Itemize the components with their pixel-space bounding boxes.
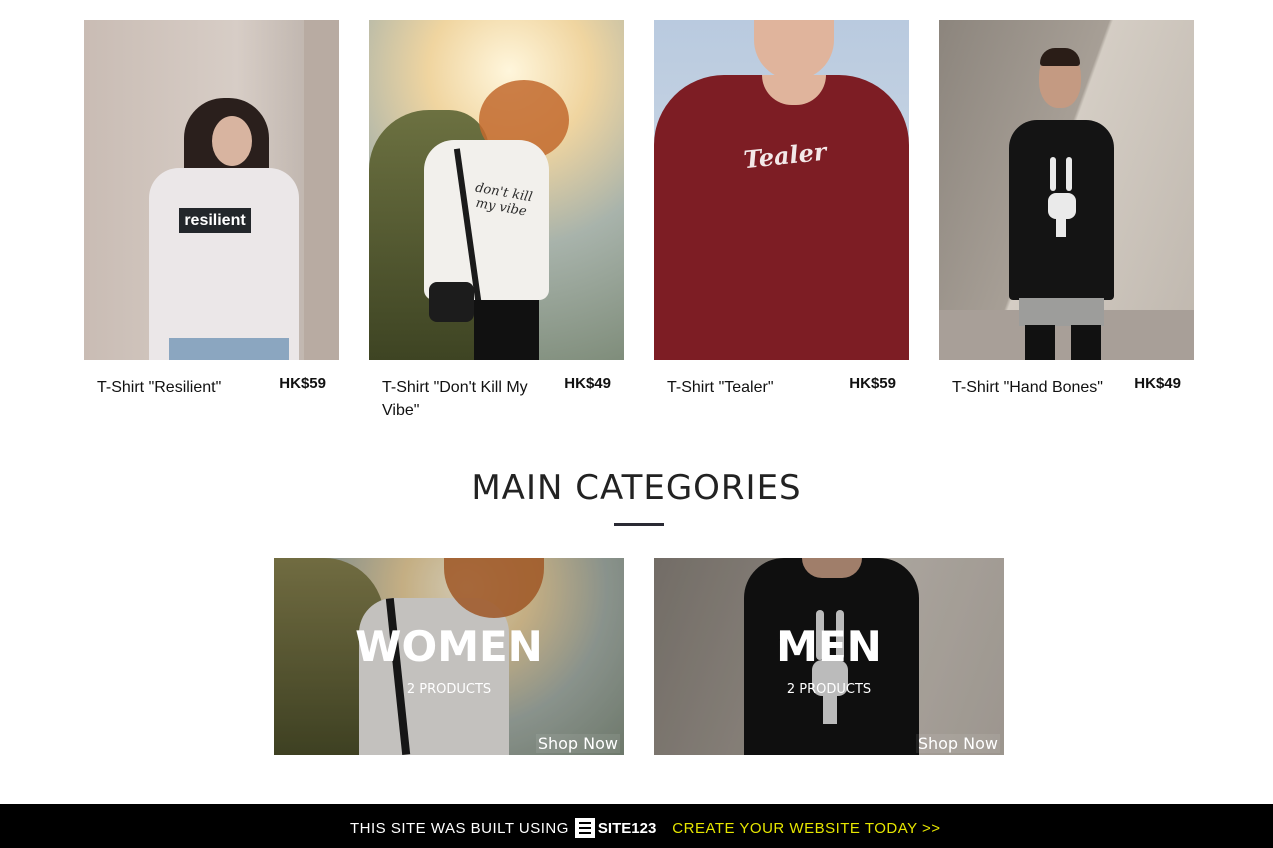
product-name[interactable]: T-Shirt "Hand Bones" [952, 376, 1112, 399]
product-image[interactable] [939, 20, 1194, 360]
category-card-men[interactable]: MEN 2 PRODUCTS Shop Now [654, 558, 1004, 755]
product-price: HK$59 [279, 375, 326, 392]
product-image[interactable]: resilient [84, 20, 339, 360]
category-count: 2 PRODUCTS [406, 682, 492, 697]
builder-footer-bar: THIS SITE WAS BUILT USING SITE123 CREATE… [0, 804, 1273, 848]
product-image[interactable]: don't kill my vibe [369, 20, 624, 360]
built-with-text: THIS SITE WAS BUILT USING [350, 819, 569, 837]
site123-logo[interactable]: SITE123 [574, 818, 657, 838]
create-website-link[interactable]: CREATE YOUR WEBSITE TODAY >> [672, 820, 940, 837]
product-card[interactable]: T-Shirt "Hand Bones" HK$49 [939, 20, 1194, 420]
product-price: HK$59 [849, 375, 896, 392]
shop-now-button[interactable]: Shop Now [535, 734, 620, 753]
product-image[interactable]: Tealer [654, 20, 909, 360]
product-price: HK$49 [1134, 375, 1181, 392]
section-divider [614, 523, 664, 526]
shirt-print: don't kill my vibe [474, 180, 534, 220]
category-card-women[interactable]: WOMEN 2 PRODUCTS Shop Now [274, 558, 624, 755]
category-title: MEN [776, 622, 882, 671]
product-card[interactable]: Tealer T-Shirt "Tealer" HK$59 [654, 20, 909, 420]
product-name[interactable]: T-Shirt "Don't Kill My Vibe" [382, 376, 542, 422]
product-price: HK$49 [564, 375, 611, 392]
product-grid: resilient T-Shirt "Resilient" HK$59 don'… [84, 20, 1194, 420]
section-title: MAIN CATEGORIES [471, 468, 802, 508]
skeleton-hand-icon [1048, 157, 1076, 237]
site123-logo-icon [574, 818, 595, 838]
shop-now-button[interactable]: Shop Now [915, 734, 1000, 753]
product-card[interactable]: resilient T-Shirt "Resilient" HK$59 [84, 20, 339, 420]
product-name[interactable]: T-Shirt "Resilient" [97, 376, 257, 399]
shirt-print: resilient [179, 208, 251, 233]
category-title: WOMEN [355, 622, 543, 671]
product-card[interactable]: don't kill my vibe T-Shirt "Don't Kill M… [369, 20, 624, 420]
category-count: 2 PRODUCTS [786, 682, 872, 697]
product-name[interactable]: T-Shirt "Tealer" [667, 376, 827, 399]
logo-text: SITE123 [597, 819, 657, 837]
